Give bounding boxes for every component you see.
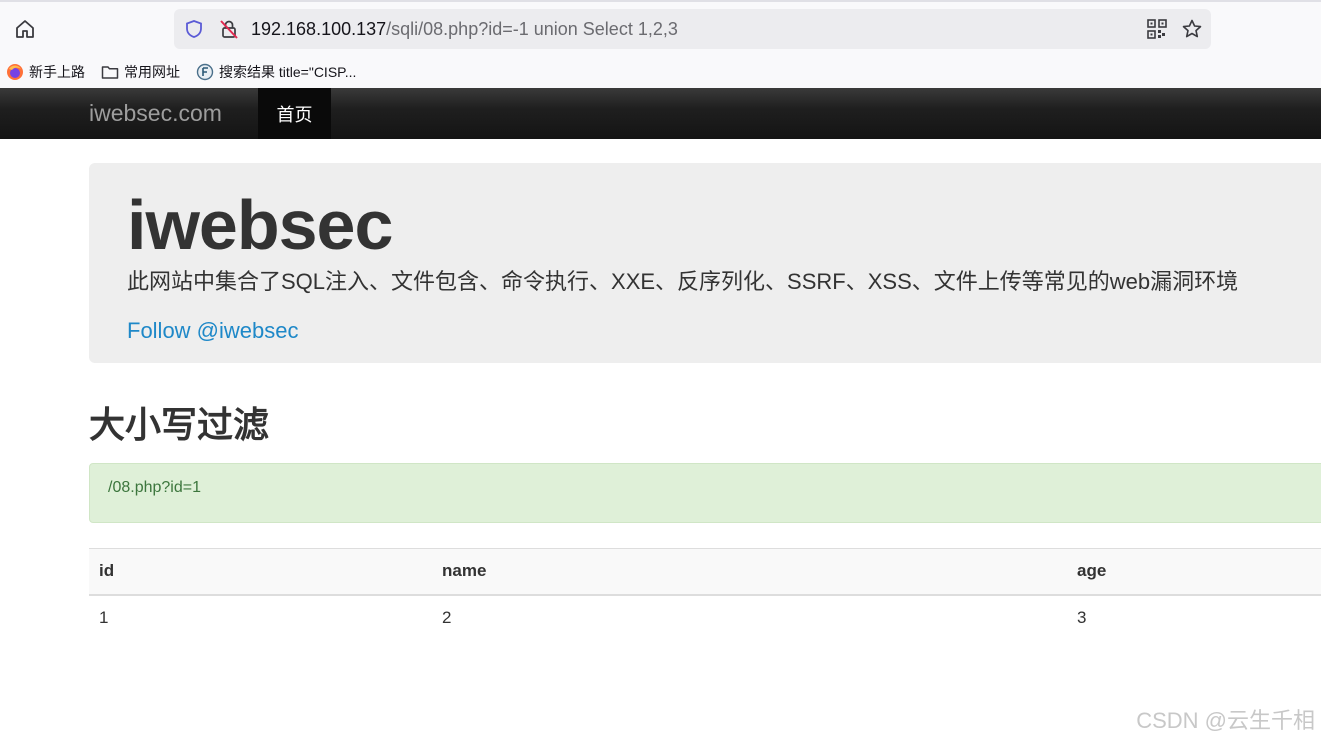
cell-name: 2 xyxy=(442,608,452,627)
jumbotron: iwebsec 此网站中集合了SQL注入、文件包含、命令执行、XXE、反序列化、… xyxy=(89,163,1321,363)
url-host: 192.168.100.137 xyxy=(251,19,387,39)
site-navbar: iwebsec.com 首页 xyxy=(0,88,1321,139)
table-header-row: id name age xyxy=(89,548,1321,596)
nav-home-link[interactable]: 首页 xyxy=(258,88,331,139)
bookmark-label: 搜索结果 title="CISP... xyxy=(219,64,357,80)
bookmark-star-icon[interactable] xyxy=(1181,18,1203,40)
cell-id: 1 xyxy=(99,608,109,627)
firefox-icon xyxy=(6,63,24,81)
site-favicon-icon xyxy=(196,63,214,81)
bookmark-common-sites[interactable]: 常用网址 xyxy=(101,62,180,82)
tracking-shield-icon[interactable] xyxy=(184,19,204,39)
navbar-brand[interactable]: iwebsec.com xyxy=(89,99,222,127)
bookmark-label: 常用网址 xyxy=(124,64,180,80)
header-age: age xyxy=(1067,548,1321,596)
results-table: id name age 1 2 3 xyxy=(89,548,1321,641)
folder-icon xyxy=(101,64,119,80)
address-bar[interactable]: 192.168.100.137/sqli/08.php?id=-1 union … xyxy=(174,9,1211,49)
insecure-lock-icon[interactable] xyxy=(218,18,240,40)
cell-age: 3 xyxy=(1077,608,1087,627)
bookmark-getting-started[interactable]: 新手上路 xyxy=(6,62,85,82)
watermark: CSDN @云生千相 xyxy=(1136,708,1315,733)
url-text[interactable]: 192.168.100.137/sqli/08.php?id=-1 union … xyxy=(251,19,678,39)
success-alert: /08.php?id=1 xyxy=(89,463,1321,523)
bookmark-search-results[interactable]: 搜索结果 title="CISP... xyxy=(196,62,356,82)
bookmark-label: 新手上路 xyxy=(29,64,85,80)
browser-toolbar: 192.168.100.137/sqli/08.php?id=-1 union … xyxy=(0,0,1321,88)
jumbotron-description: 此网站中集合了SQL注入、文件包含、命令执行、XXE、反序列化、SSRF、XSS… xyxy=(127,269,1239,294)
header-id: id xyxy=(89,548,432,596)
follow-link[interactable]: Follow @iwebsec xyxy=(127,316,299,346)
home-icon[interactable] xyxy=(12,16,38,42)
bookmarks-toolbar: 新手上路 常用网址 搜索结果 title="CISP... xyxy=(0,57,1321,87)
header-name: name xyxy=(432,548,1067,596)
url-path: /sqli/08.php?id=-1 union Select 1,2,3 xyxy=(386,19,678,39)
jumbotron-title: iwebsec xyxy=(127,186,393,264)
table-row: 1 2 3 xyxy=(89,595,1321,641)
alert-text: /08.php?id=1 xyxy=(108,479,201,496)
section-title: 大小写过滤 xyxy=(89,404,270,445)
qr-code-icon[interactable] xyxy=(1147,19,1167,39)
